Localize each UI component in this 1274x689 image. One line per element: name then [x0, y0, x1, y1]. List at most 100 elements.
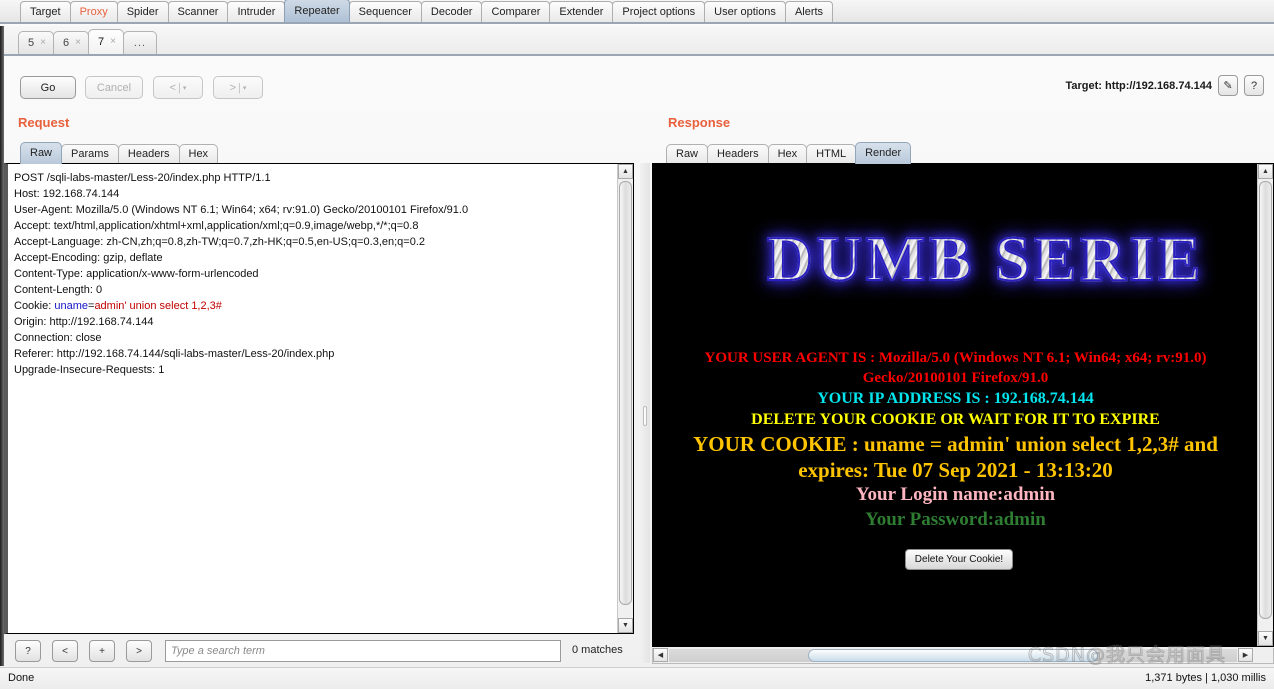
scroll-down-icon[interactable]: ▼ — [1258, 631, 1273, 646]
request-line: Origin: http://192.168.74.144 — [14, 316, 154, 328]
chevron-down-icon: ▾ — [182, 84, 187, 92]
cancel-button[interactable]: Cancel — [85, 76, 143, 99]
user-agent-line-2: Gecko/20100101 Firefox/91.0 — [862, 370, 1049, 386]
search-add-button[interactable]: + — [89, 640, 115, 662]
request-line: User-Agent: Mozilla/5.0 (Windows NT 6.1;… — [14, 204, 469, 216]
forward-arrow-icon: > — [229, 81, 237, 94]
repeater-toolbar: Go Cancel < | ▾ > | ▾ Target: http://192… — [0, 58, 1274, 112]
scroll-left-icon[interactable]: ◀ — [653, 648, 668, 662]
repeater-tab-label: 6 — [62, 37, 70, 49]
response-panel-title: Response — [668, 115, 731, 130]
request-line: Upgrade-Insecure-Requests: 1 — [14, 364, 165, 376]
search-prev-button[interactable]: < — [52, 640, 78, 662]
divider: | — [238, 81, 241, 94]
request-line: Accept: text/html,application/xhtml+xml,… — [14, 220, 419, 232]
header-name: Cookie: — [14, 300, 55, 312]
match-count-label: 0 matches — [572, 644, 623, 656]
close-icon[interactable]: × — [110, 30, 116, 54]
main-tab-comparer[interactable]: Comparer — [481, 1, 551, 22]
status-bar: Done 1,371 bytes | 1,030 millis — [0, 667, 1274, 689]
main-tab-project-options[interactable]: Project options — [612, 1, 706, 22]
request-line: Cookie: uname=admin' union select 1,2,3# — [14, 298, 613, 314]
request-vertical-scrollbar[interactable]: ▲ ▼ — [617, 164, 633, 633]
back-button[interactable]: < | ▾ — [153, 76, 203, 99]
request-line: Host: 192.168.74.144 — [14, 188, 120, 200]
response-tab-headers[interactable]: Headers — [707, 144, 769, 164]
repeater-tab-label: 7 — [97, 36, 105, 48]
main-tab-decoder[interactable]: Decoder — [420, 1, 483, 22]
divider: | — [178, 81, 181, 94]
response-tab-html[interactable]: HTML — [806, 144, 857, 164]
response-vertical-scrollbar[interactable]: ▲ ▼ — [1257, 164, 1273, 646]
delete-your-cookie-button[interactable]: Delete Your Cookie! — [905, 549, 1013, 570]
response-tab-render[interactable]: Render — [855, 142, 912, 164]
request-line: Accept-Encoding: gzip, deflate — [14, 252, 163, 264]
repeater-tab-bar: 5 × 6 × 7 ×... — [0, 26, 1274, 56]
scroll-up-icon[interactable]: ▲ — [1258, 164, 1273, 179]
search-next-button[interactable]: > — [126, 640, 152, 662]
go-button[interactable]: Go — [20, 76, 76, 99]
repeater-tab-label: 5 — [28, 37, 35, 49]
main-tab-alerts[interactable]: Alerts — [784, 1, 834, 22]
scroll-thumb[interactable] — [1259, 181, 1272, 619]
close-icon[interactable]: × — [75, 32, 81, 54]
burp-suite-window: Target Proxy Spider Scanner Intruder Repeater… — [0, 0, 1274, 689]
forward-button[interactable]: > | ▾ — [213, 76, 263, 99]
request-tab-params[interactable]: Params — [61, 144, 119, 164]
request-raw-text: POST /sqli-labs-master/Less-20/index.php… — [14, 170, 613, 378]
search-help-button[interactable]: ? — [15, 640, 41, 662]
cookie-line-2: expires: Tue 07 Sep 2021 - 13:13:20 — [798, 458, 1113, 482]
scroll-up-icon[interactable]: ▲ — [618, 164, 633, 179]
banner-text: DUMB SERIE — [766, 223, 1205, 295]
main-tab-intruder[interactable]: Intruder — [227, 1, 286, 22]
response-tab-hex[interactable]: Hex — [767, 144, 808, 164]
main-tab-target[interactable]: Target — [20, 1, 71, 22]
response-horizontal-scrollbar[interactable]: ◀ ▶ — [652, 648, 1274, 664]
scroll-thumb[interactable] — [619, 181, 632, 605]
request-line: Content-Type: application/x-www-form-url… — [14, 268, 259, 280]
response-render-view[interactable]: DUMB SERIE YOUR USER AGENT IS : Mozilla/… — [652, 163, 1274, 647]
request-tab-raw[interactable]: Raw — [20, 142, 63, 164]
login-name-line: Your Login name:admin — [855, 484, 1056, 505]
main-tab-user-options[interactable]: User options — [704, 1, 786, 22]
request-tab-headers[interactable]: Headers — [117, 144, 180, 164]
repeater-new-tab-button[interactable]: ... — [122, 31, 158, 54]
scroll-thumb[interactable] — [808, 649, 1098, 662]
user-agent-line-1: YOUR USER AGENT IS : Mozilla/5.0 (Window… — [704, 350, 1207, 366]
request-panel-title: Request — [18, 115, 70, 130]
main-tab-scanner[interactable]: Scanner — [167, 1, 229, 22]
scroll-right-icon[interactable]: ▶ — [1238, 648, 1253, 662]
search-input[interactable] — [165, 640, 561, 662]
cookie-line-1: YOUR COOKIE : uname = admin' union selec… — [693, 432, 1218, 456]
main-tab-extender[interactable]: Extender — [549, 1, 614, 22]
request-tab-strip: Raw Params Headers Hex — [20, 142, 219, 164]
main-tab-sequencer[interactable]: Sequencer — [348, 1, 422, 22]
help-icon[interactable]: ? — [1244, 75, 1264, 96]
ip-address-line: YOUR IP ADDRESS IS : 192.168.74.144 — [817, 390, 1094, 407]
main-tab-proxy[interactable]: Proxy — [69, 1, 118, 22]
splitter-grip[interactable] — [643, 406, 647, 426]
close-icon[interactable]: × — [40, 32, 46, 54]
scroll-down-icon[interactable]: ▼ — [618, 618, 633, 633]
repeater-tab-6[interactable]: 6 × — [52, 31, 89, 54]
panel-splitter[interactable] — [640, 163, 650, 663]
request-line: POST /sqli-labs-master/Less-20/index.php… — [14, 172, 271, 184]
main-tab-spider[interactable]: Spider — [116, 1, 169, 22]
dumb-series-banner: DUMB SERIE — [653, 219, 1258, 299]
target-label: Target: http://192.168.74.144 — [1065, 80, 1212, 92]
request-line: Connection: close — [14, 332, 102, 344]
main-tab-repeater[interactable]: Repeater — [284, 0, 350, 22]
rendered-page: DUMB SERIE YOUR USER AGENT IS : Mozilla/… — [653, 164, 1258, 646]
chevron-down-icon: ▾ — [242, 84, 247, 92]
request-line: Content-Length: 0 — [14, 284, 103, 296]
back-arrow-icon: < — [169, 81, 177, 94]
repeater-tab-5[interactable]: 5 × — [18, 31, 54, 54]
pencil-icon[interactable]: ✎ — [1218, 75, 1238, 96]
response-tab-raw[interactable]: Raw — [666, 144, 709, 164]
request-line: Referer: http://192.168.74.144/sqli-labs… — [14, 348, 335, 360]
repeater-tab-7[interactable]: 7 × — [87, 29, 124, 54]
request-editor[interactable]: POST /sqli-labs-master/Less-20/index.php… — [4, 163, 634, 634]
delete-cookie-notice: DELETE YOUR COOKIE OR WAIT FOR IT TO EXP… — [751, 411, 1160, 428]
response-tab-strip: Raw Headers Hex HTML Render — [666, 142, 912, 164]
request-tab-hex[interactable]: Hex — [178, 144, 219, 164]
